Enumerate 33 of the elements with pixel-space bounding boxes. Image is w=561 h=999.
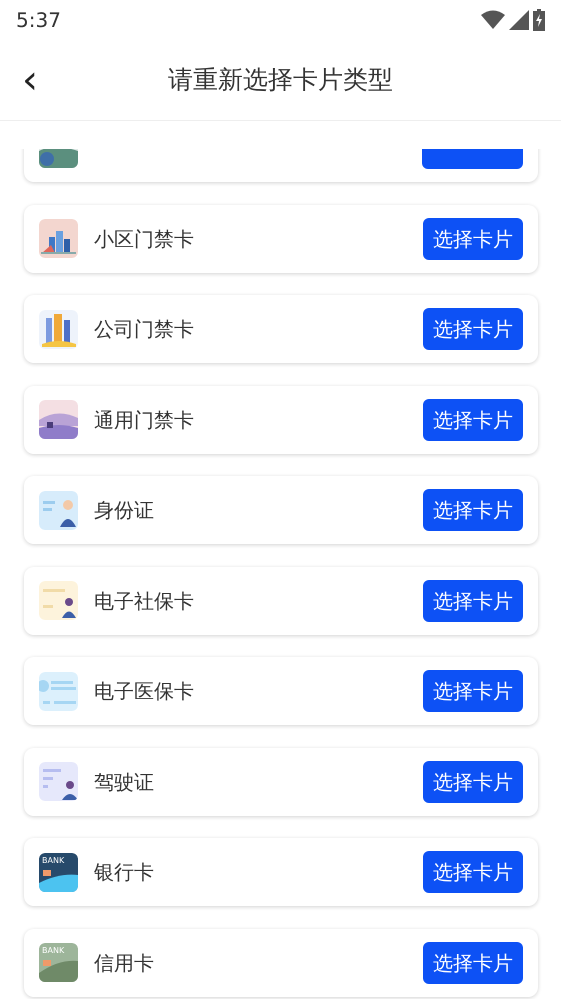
bank-card-icon: BANK (39, 852, 78, 892)
select-card-button[interactable]: 选择卡片 (423, 308, 523, 350)
select-card-button[interactable]: 选择卡片 (423, 580, 523, 622)
select-card-button[interactable]: 选择卡片 (423, 942, 523, 984)
card-type-name: 身份证 (94, 497, 155, 524)
card-type-name: 通用门禁卡 (94, 406, 195, 434)
id-card-icon (39, 672, 78, 710)
select-card-button[interactable]: 选择卡片 (423, 489, 523, 531)
select-card-button[interactable]: 选择卡片 (423, 218, 523, 260)
page-title: 请重新选择卡片类型 (168, 64, 393, 96)
scenery-icon (39, 400, 78, 439)
skyscrapers-icon (39, 310, 78, 348)
select-card-button[interactable]: 选择卡片 (423, 851, 523, 893)
wifi-icon (481, 10, 505, 30)
card-type-name: 电子医保卡 (94, 678, 195, 705)
card-type-name: 公司门禁卡 (94, 316, 195, 343)
card-type-name: 信用卡 (94, 950, 155, 976)
buildings-icon (39, 219, 78, 258)
card-type-name: 驾驶证 (94, 768, 155, 796)
battery-icon (533, 9, 545, 31)
status-time: 5:37 (16, 7, 61, 34)
select-card-button[interactable]: 选择卡片 (423, 670, 523, 712)
signal-icon (509, 10, 529, 30)
id-card-icon (39, 581, 78, 620)
back-button[interactable]: ‹ (0, 59, 46, 101)
select-card-button[interactable]: 选择卡片 (423, 760, 523, 802)
id-card-icon (39, 762, 78, 801)
card-type-name: 小区门禁卡 (94, 226, 195, 252)
id-card-icon (39, 490, 78, 530)
bank-card-icon: BANK (39, 943, 78, 982)
select-card-button[interactable]: 选择卡片 (423, 398, 523, 440)
card-type-name: 银行卡 (94, 859, 155, 886)
card-type-name: 电子社保卡 (94, 588, 195, 614)
